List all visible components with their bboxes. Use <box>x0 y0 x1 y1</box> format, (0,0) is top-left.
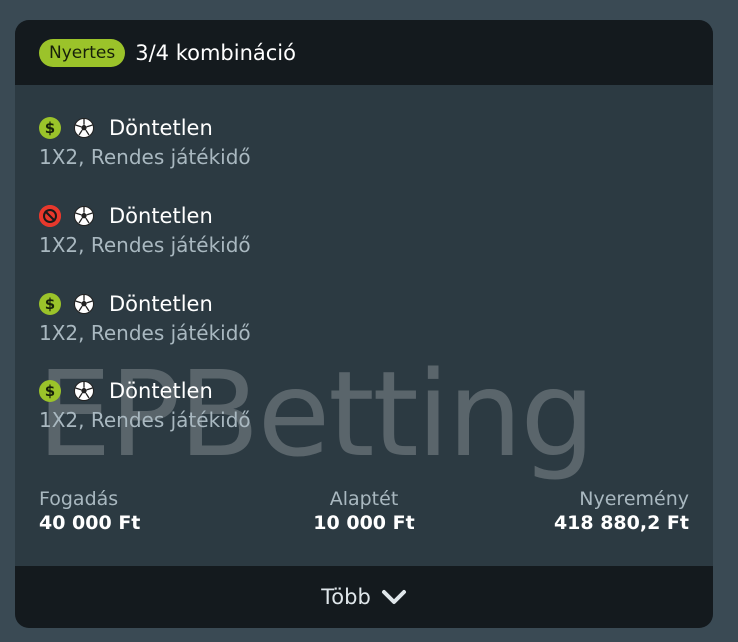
no-money-icon <box>39 205 61 227</box>
stake-stat: Fogadás 40 000 Ft <box>39 488 140 534</box>
soccer-ball-icon <box>73 205 95 227</box>
winnings-stat: Nyeremény 418 880,2 Ft <box>554 488 689 534</box>
selection-item: $ Döntetlen 1X2, Rendes játékidő <box>39 291 251 345</box>
stake-value: 40 000 Ft <box>39 512 141 534</box>
selection-market: 1X2, Rendes játékidő <box>39 233 251 257</box>
selection-market: 1X2, Rendes játékidő <box>39 145 251 169</box>
base-stake-value: 10 000 Ft <box>313 512 415 534</box>
selection-market: 1X2, Rendes játékidő <box>39 408 251 432</box>
bet-header: Nyertes 3/4 kombináció <box>15 20 713 85</box>
bet-card: Nyertes 3/4 kombináció EPBetting $ Dönte… <box>15 20 713 628</box>
selection-name: Döntetlen <box>109 204 213 228</box>
soccer-ball-icon <box>73 380 95 402</box>
selection-item: Döntetlen 1X2, Rendes játékidő <box>39 203 251 257</box>
soccer-ball-icon <box>73 117 95 139</box>
dollar-icon: $ <box>39 117 61 139</box>
winnings-label: Nyeremény <box>579 488 689 510</box>
bet-stats: Fogadás 40 000 Ft Alaptét 10 000 Ft Nyer… <box>39 488 689 538</box>
chevron-down-icon <box>381 588 407 606</box>
more-label: Több <box>321 585 371 609</box>
status-badge: Nyertes <box>39 38 126 67</box>
bet-title: 3/4 kombináció <box>135 40 296 65</box>
selection-item: $ Döntetlen 1X2, Rendes játékidő <box>39 115 251 169</box>
selection-name: Döntetlen <box>109 292 213 316</box>
base-stake-stat: Alaptét 10 000 Ft <box>313 488 414 534</box>
more-button[interactable]: Több <box>15 566 713 628</box>
selection-market: 1X2, Rendes játékidő <box>39 321 251 345</box>
dollar-icon: $ <box>39 380 61 402</box>
selection-name: Döntetlen <box>109 379 213 403</box>
stake-label: Fogadás <box>39 488 119 510</box>
dollar-icon: $ <box>39 293 61 315</box>
selection-item: $ Döntetlen 1X2, Rendes játékidő <box>39 378 251 432</box>
selection-name: Döntetlen <box>109 116 213 140</box>
base-stake-label: Alaptét <box>329 488 399 510</box>
soccer-ball-icon <box>73 293 95 315</box>
winnings-value: 418 880,2 Ft <box>553 512 689 534</box>
